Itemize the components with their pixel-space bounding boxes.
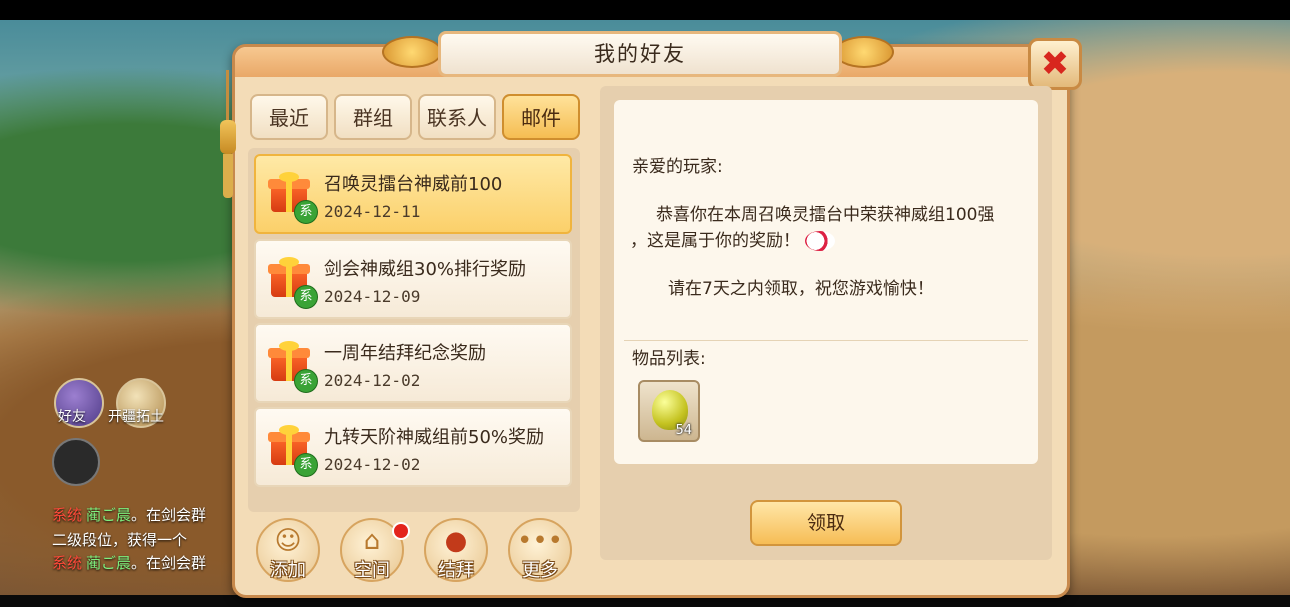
friends-label: 好友 — [58, 409, 86, 425]
tab-recent[interactable]: 最近 — [250, 94, 328, 140]
tab-contacts[interactable]: 联系人 — [418, 94, 496, 140]
mail-title: 九转天阶神威组前50%奖励 — [324, 427, 545, 448]
page-title: 我的好友 — [438, 31, 842, 77]
letter-greeting: 亲爱的玩家: — [632, 157, 723, 177]
mail-item[interactable]: 系 剑会神威组30%排行奖励 2024-12-09 — [254, 239, 572, 319]
mail-date: 2024-12-02 — [324, 455, 421, 474]
add-friend-icon: ☺ — [274, 526, 302, 556]
mail-title: 一周年结拜纪念奖励 — [324, 343, 486, 364]
tab-groups[interactable]: 群组 — [334, 94, 412, 140]
more-label: 更多 — [522, 560, 558, 581]
letter-body-line2: ，这是属于你的奖励！ — [630, 226, 836, 251]
claim-button[interactable]: 领取 — [750, 500, 902, 546]
mail-item[interactable]: 系 召唤灵擂台神威前100 2024-12-11 — [254, 154, 572, 234]
chat-line: 二级段位，获得一个 — [52, 531, 188, 549]
mail-date: 2024-12-09 — [324, 287, 421, 306]
add-friend-label: 添加 — [270, 560, 306, 581]
notification-dot — [392, 522, 410, 540]
system-badge: 系 — [294, 285, 318, 309]
close-icon: ✖ — [1040, 44, 1070, 84]
system-badge: 系 — [294, 200, 318, 224]
more-dots-icon: ••• — [516, 526, 563, 556]
mail-item[interactable]: 系 九转天阶神威组前50%奖励 2024-12-02 — [254, 407, 572, 487]
title-ornament-right — [834, 36, 894, 68]
divider — [624, 340, 1028, 341]
tassel-ornament — [220, 70, 236, 200]
chat-line: 系统 蔺ご晨。在剑会群 — [52, 554, 207, 572]
status-bar — [0, 0, 1290, 20]
expansion-label: 开疆拓土 — [108, 409, 164, 425]
items-list-label: 物品列表: — [632, 349, 706, 369]
mail-title: 剑会神威组30%排行奖励 — [324, 259, 527, 280]
mail-item[interactable]: 系 一周年结拜纪念奖励 2024-12-02 — [254, 323, 572, 403]
chat-bubble-icon[interactable] — [52, 438, 100, 486]
mail-date: 2024-12-02 — [324, 371, 421, 390]
system-badge: 系 — [294, 369, 318, 393]
mail-title: 召唤灵擂台神威前100 — [324, 174, 503, 195]
letter-body-line3: 请在7天之内领取，祝您游戏愉快！ — [668, 279, 934, 299]
sworn-label: 结拜 — [438, 560, 474, 581]
tab-mail[interactable]: 邮件 — [502, 94, 580, 140]
more-button[interactable]: ••• 更多 — [508, 518, 572, 582]
jar-icon: ● — [444, 526, 468, 556]
chat-line: 系统 蔺ご晨。在剑会群 — [52, 506, 207, 524]
close-button[interactable]: ✖ — [1028, 38, 1082, 90]
mail-date: 2024-12-11 — [324, 202, 421, 221]
title-ornament-left — [382, 36, 442, 68]
pet-emoji-icon — [805, 231, 836, 251]
item-quantity: 54 — [675, 423, 692, 438]
system-badge: 系 — [294, 453, 318, 477]
add-friend-button[interactable]: ☺ 添加 — [256, 518, 320, 582]
letter-body-line1: 恭喜你在本周召唤灵擂台中荣获神威组100强 — [656, 205, 995, 225]
sworn-button[interactable]: ● 结拜 — [424, 518, 488, 582]
reward-item-slot[interactable]: 54 — [638, 380, 700, 442]
space-label: 空间 — [354, 560, 390, 581]
